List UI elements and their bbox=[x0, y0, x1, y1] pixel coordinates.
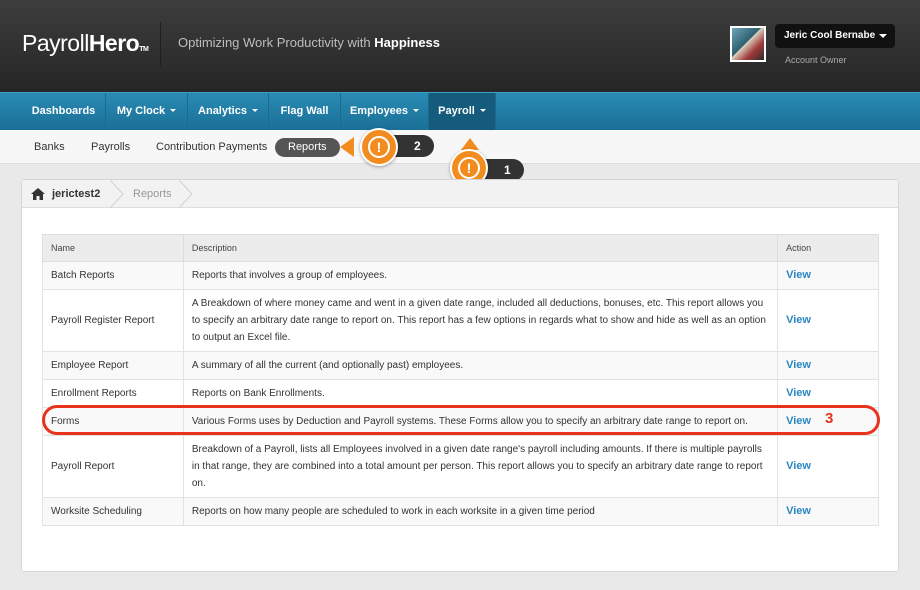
nav-item-payroll[interactable]: Payroll bbox=[429, 93, 496, 130]
report-description: Reports that involves a group of employe… bbox=[182, 261, 779, 290]
table-row: Employee Report A summary of all the cur… bbox=[42, 351, 879, 380]
table-row: Batch Reports Reports that involves a gr… bbox=[42, 261, 879, 290]
subnav-item-payrolls[interactable]: Payrolls bbox=[91, 141, 130, 153]
view-link[interactable]: View bbox=[777, 351, 879, 380]
header-divider bbox=[160, 22, 161, 66]
nav-item-employees[interactable]: Employees bbox=[341, 93, 429, 130]
subnav-item-reports[interactable]: Reports bbox=[275, 138, 340, 157]
caret-down-icon bbox=[251, 109, 258, 112]
subnav-item-banks[interactable]: Banks bbox=[34, 141, 65, 153]
report-description: Reports on Bank Enrollments. bbox=[182, 379, 779, 408]
nav-item-flag-wall[interactable]: Flag Wall bbox=[269, 93, 341, 130]
view-link[interactable]: View bbox=[777, 435, 879, 498]
nav-item-analytics[interactable]: Analytics bbox=[188, 93, 269, 130]
breadcrumb-home[interactable]: jerictest2 bbox=[52, 188, 100, 200]
user-menu-button[interactable]: Jeric Cool Bernabe bbox=[775, 24, 895, 48]
reports-table: Name Description Action Batch Reports Re… bbox=[42, 234, 879, 526]
report-description: Reports on how many people are scheduled… bbox=[182, 497, 779, 526]
view-link[interactable]: View bbox=[777, 379, 879, 408]
table-row: Payroll Report Breakdown of a Payroll, l… bbox=[42, 435, 879, 498]
payrollhero-logo[interactable]: PayrollHeroTM bbox=[22, 30, 149, 57]
table-header-row: Name Description Action bbox=[42, 234, 879, 262]
report-name: Batch Reports bbox=[42, 261, 184, 290]
nav-item-dashboards[interactable]: Dashboards bbox=[22, 93, 106, 130]
report-name: Worksite Scheduling bbox=[42, 497, 184, 526]
table-row: Worksite Scheduling Reports on how many … bbox=[42, 497, 879, 526]
column-header-action: Action bbox=[777, 234, 879, 262]
view-link[interactable]: View bbox=[777, 497, 879, 526]
forms-row-highlight bbox=[42, 405, 880, 435]
main-nav: Dashboards My Clock Analytics Flag Wall … bbox=[0, 92, 920, 130]
report-name: Employee Report bbox=[42, 351, 184, 380]
tagline: Optimizing Work Productivity with Happin… bbox=[178, 35, 441, 50]
nav-item-my-clock[interactable]: My Clock bbox=[106, 93, 188, 130]
report-name: Payroll Register Report bbox=[42, 289, 184, 352]
breadcrumb-current: Reports bbox=[133, 188, 172, 200]
breadcrumb-separator bbox=[110, 180, 124, 208]
breadcrumb: jerictest2 Reports bbox=[22, 180, 898, 208]
column-header-name: Name bbox=[42, 234, 184, 262]
alert-icon: ! bbox=[360, 128, 398, 166]
breadcrumb-separator bbox=[179, 180, 193, 208]
table-row: Enrollment Reports Reports on Bank Enrol… bbox=[42, 379, 879, 408]
caret-down-icon bbox=[479, 109, 486, 112]
reports-panel: jerictest2 Reports Name Description Acti… bbox=[21, 179, 899, 572]
report-description: A Breakdown of where money came and went… bbox=[182, 289, 779, 352]
report-name: Enrollment Reports bbox=[42, 379, 184, 408]
chevron-down-icon bbox=[879, 34, 887, 38]
view-link[interactable]: View bbox=[777, 289, 879, 352]
caret-down-icon bbox=[413, 109, 420, 112]
report-description: Breakdown of a Payroll, lists all Employ… bbox=[182, 435, 779, 498]
caret-down-icon bbox=[170, 109, 177, 112]
view-link[interactable]: View bbox=[777, 261, 879, 290]
column-header-description: Description bbox=[182, 234, 779, 262]
app-header: PayrollHeroTM Optimizing Work Productivi… bbox=[0, 0, 920, 92]
report-name: Payroll Report bbox=[42, 435, 184, 498]
report-description: A summary of all the current (and option… bbox=[182, 351, 779, 380]
subnav-item-contribution-payments[interactable]: Contribution Payments bbox=[156, 141, 267, 153]
annotation-marker: 3 bbox=[825, 410, 834, 427]
user-role: Account Owner bbox=[785, 55, 847, 65]
user-name: Jeric Cool Bernabe bbox=[784, 30, 876, 41]
table-row: Payroll Register Report A Breakdown of w… bbox=[42, 289, 879, 352]
callout-arrow bbox=[340, 137, 354, 157]
avatar[interactable] bbox=[730, 26, 766, 62]
home-icon[interactable] bbox=[31, 188, 45, 200]
